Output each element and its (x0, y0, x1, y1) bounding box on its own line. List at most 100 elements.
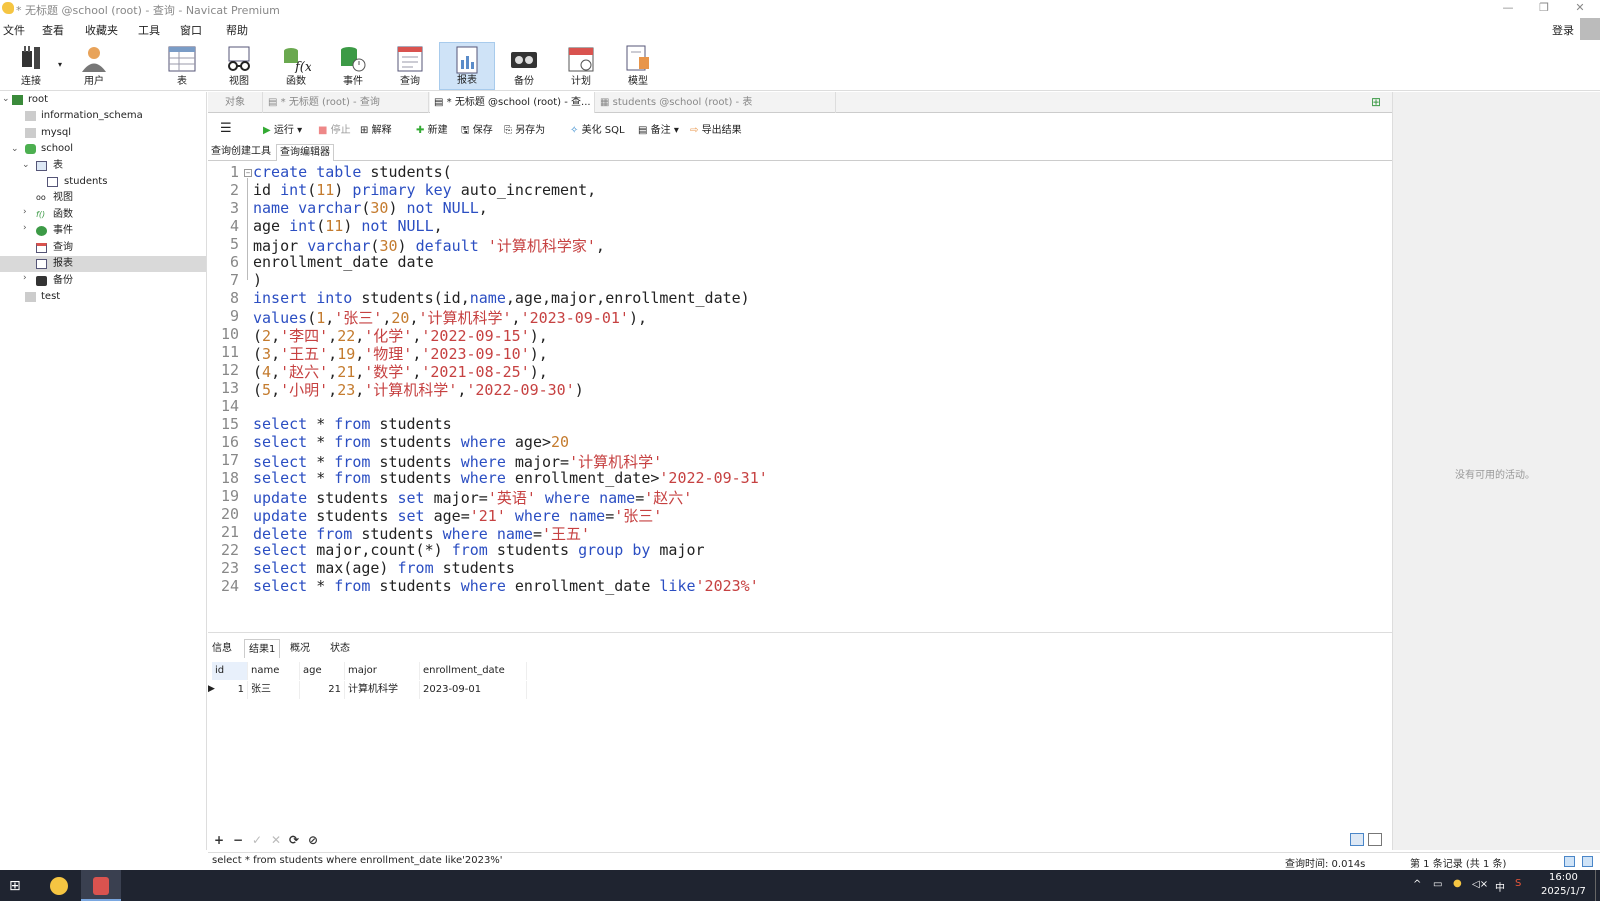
form-view-icon[interactable] (1368, 833, 1382, 846)
show-desktop-button[interactable] (1595, 870, 1596, 901)
tree-node-test[interactable]: test (25, 289, 205, 305)
toggle-right-panel-icon[interactable] (1582, 856, 1593, 867)
tree-node-functions[interactable]: f() 函数 (36, 207, 206, 223)
tab-objects[interactable]: 对象 (208, 92, 263, 113)
table-cell[interactable]: 1 (212, 681, 248, 699)
tree-node-reports[interactable]: 报表 (0, 256, 206, 272)
expand-tables-icon[interactable]: ⌄ (22, 160, 30, 170)
login-link[interactable]: 登录 (1552, 22, 1574, 38)
new-query-button[interactable]: ✚ 新建 (416, 121, 448, 136)
run-button[interactable]: ▶ 运行 ▾ (263, 121, 302, 136)
toolbar-schedule-button[interactable]: 计划 (553, 42, 609, 90)
table-cell[interactable]: 计算机科学 (345, 681, 420, 699)
sql-editor[interactable]: − 1 2 3 4 5 6 7 8 9 10 11 12 13 14 15 16 17 18 19 20 21 22 23 2… (208, 163, 1392, 633)
beautify-sql-button[interactable]: ✧ 美化 SQL (570, 121, 625, 136)
menu-hamburger-icon[interactable]: ☰ (220, 121, 232, 136)
toolbar-query-button[interactable]: 查询 (382, 42, 438, 90)
expand-school-icon[interactable]: ⌄ (11, 144, 19, 154)
taskbar-app-icon[interactable] (50, 877, 68, 895)
tab-untitled-root-query[interactable]: ▤ * 无标题 (root) - 查询 (264, 92, 429, 113)
ime-indicator[interactable]: 中 (1495, 879, 1505, 894)
tree-node-school[interactable]: school (25, 141, 205, 157)
tray-expand-icon[interactable]: ^ (1413, 879, 1421, 890)
connect-dropdown-icon[interactable]: ▾ (58, 60, 62, 69)
comment-button[interactable]: ▤ 备注 ▾ (638, 121, 679, 136)
connection-icon (12, 95, 23, 105)
tab-untitled-school-query[interactable]: ▤ * 无标题 @school (root) - 查... (430, 92, 595, 113)
menu-help[interactable]: 帮助 (226, 22, 248, 38)
explain-button[interactable]: ⊞ 解释 (360, 121, 392, 136)
refresh-button[interactable]: ⟳ (289, 833, 299, 847)
tree-node-events[interactable]: 事件 (36, 223, 206, 239)
delete-record-button[interactable]: − (233, 833, 243, 847)
toolbar-event-button[interactable]: 事件 (325, 42, 381, 90)
expand-backups-icon[interactable]: › (23, 273, 27, 283)
tree-node-queries[interactable]: 查询 (36, 240, 206, 256)
menu-file[interactable]: 文件 (3, 22, 25, 38)
tree-node-tables[interactable]: 表 (36, 158, 206, 174)
code-line-23: select max(age) from students (253, 559, 515, 577)
expand-events-icon[interactable]: › (23, 223, 27, 233)
clock-date[interactable]: 2025/1/7 (1541, 886, 1586, 897)
toolbar-connect-button[interactable]: 连接 (3, 42, 59, 90)
table-cell[interactable]: 21 (300, 681, 345, 699)
user-avatar-icon[interactable] (1580, 18, 1600, 40)
column-header[interactable]: major (345, 662, 420, 680)
toolbar-view-button[interactable]: 视图 (211, 42, 267, 90)
close-button[interactable]: ✕ (1562, 0, 1598, 18)
clock-time[interactable]: 16:00 (1549, 872, 1578, 883)
toolbar-backup-button[interactable]: 备份 (496, 42, 552, 90)
save-button[interactable]: 🖫 保存 (461, 121, 493, 140)
table-cell[interactable]: 张三 (248, 681, 300, 699)
tab-profile[interactable]: 概况 (286, 639, 314, 658)
tab-status[interactable]: 状态 (326, 639, 354, 658)
toolbar-model-button[interactable]: 模型 (610, 42, 666, 90)
tree-node-mysql[interactable]: mysql (25, 125, 205, 141)
discard-button[interactable]: ✕ (271, 833, 281, 847)
tree-node-backups[interactable]: 备份 (36, 273, 206, 289)
tab-query-editor[interactable]: 查询编辑器 (276, 144, 334, 161)
table-cell[interactable]: 2023-09-01 (420, 681, 527, 699)
grid-view-icon[interactable] (1350, 833, 1364, 846)
volume-muted-icon[interactable]: ◁× (1472, 879, 1488, 890)
windows-start-icon[interactable]: ⊞ (9, 878, 21, 894)
apply-button[interactable]: ✓ (252, 833, 262, 847)
toolbar-table-button[interactable]: 表 (154, 42, 210, 90)
tab-students-table[interactable]: ▦ students @school (root) - 表 (596, 92, 836, 113)
network-icon[interactable]: ▭ (1433, 879, 1442, 890)
expand-root-icon[interactable]: ⌄ (2, 94, 10, 104)
column-header[interactable]: enrollment_date (420, 662, 527, 680)
tab-query-builder[interactable]: 查询创建工具 (208, 144, 274, 161)
add-record-button[interactable]: + (214, 833, 224, 847)
new-tab-icon[interactable]: ⊞ (1371, 95, 1381, 109)
minimize-button[interactable]: — (1490, 0, 1526, 18)
tree-node-views[interactable]: oo 视图 (36, 190, 206, 206)
stop-refresh-button[interactable]: ⊘ (308, 833, 318, 847)
expand-functions-icon[interactable]: › (23, 207, 27, 217)
column-header[interactable]: age (300, 662, 345, 680)
save-as-button[interactable]: ⎘ 另存为 (504, 121, 545, 136)
fold-toggle-icon[interactable]: − (244, 169, 252, 177)
column-header[interactable]: name (248, 662, 300, 680)
tree-node-information-schema[interactable]: information_schema (25, 108, 205, 124)
tab-result-1[interactable]: 结果1 (244, 639, 281, 658)
toolbar-function-button[interactable]: f(x) 函数 (268, 42, 324, 90)
menu-view[interactable]: 查看 (42, 22, 64, 38)
export-result-button[interactable]: ⇨ 导出结果 (690, 121, 742, 136)
sogou-ime-icon[interactable]: S (1515, 878, 1521, 889)
toolbar-report-button[interactable]: 报表 (439, 42, 495, 90)
toggle-left-panel-icon[interactable] (1564, 856, 1575, 867)
tab-info[interactable]: 信息 (208, 639, 236, 658)
tray-app-icon[interactable]: ● (1453, 878, 1462, 889)
menu-tools[interactable]: 工具 (138, 22, 160, 38)
menu-favorites[interactable]: 收藏夹 (85, 22, 118, 38)
stop-button[interactable]: ■ 停止 (318, 121, 351, 136)
window-title: * 无标题 @school (root) - 查询 - Navicat Prem… (16, 4, 280, 17)
main-toolbar: 连接 ▾ 用户 表 视图 f(x) 函数 事件 查询 报表 备份 计划 模型 (0, 40, 1600, 91)
toolbar-user-button[interactable]: 用户 (66, 42, 122, 90)
explain-icon: ⊞ (360, 125, 369, 136)
column-header[interactable]: id (212, 662, 248, 680)
menu-window[interactable]: 窗口 (180, 22, 202, 38)
tree-node-students[interactable]: students (47, 174, 205, 190)
restore-button[interactable]: ❐ (1526, 0, 1562, 18)
